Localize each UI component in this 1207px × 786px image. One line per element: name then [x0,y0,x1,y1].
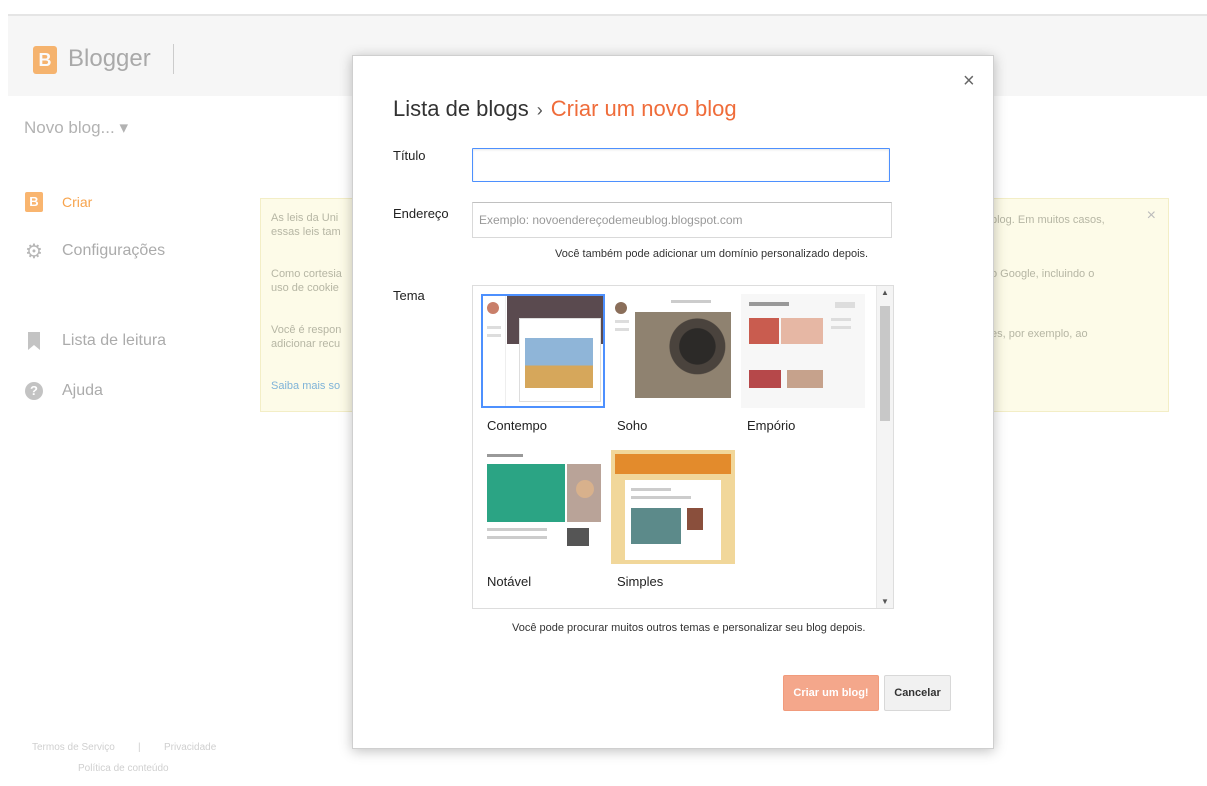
notice-text: adicionar recu [271,338,341,350]
sidebar-item-label: Ajuda [62,382,103,399]
notice-text: essas leis tam [271,226,341,238]
close-icon[interactable]: × [963,70,975,93]
title-label: Título [393,148,426,163]
sidebar-item-ajuda[interactable]: ? Ajuda [24,381,103,401]
notice-text: uso de cookie [271,282,339,294]
theme-emporio-preview [741,294,865,408]
theme-name: Soho [617,418,648,433]
notice-learn-more-link[interactable]: Saiba mais so [271,379,356,393]
breadcrumb-current: Criar um novo blog [550,96,737,121]
address-label: Endereço [393,206,449,221]
blogger-icon: B [24,192,44,212]
sidebar-item-criar[interactable]: B Criar [24,192,92,212]
scroll-up-icon[interactable]: ▲ [877,288,893,297]
gear-icon: ⚙ [25,240,43,263]
create-blog-dialog: × Lista de blogs › Criar um novo blog Títu… [352,55,994,749]
theme-picker: Contempo Soho Empório Notável Simples ▲ … [472,285,894,609]
theme-contempo-preview [481,294,605,408]
app-name: Blogger [68,45,151,72]
header-separator [173,44,174,74]
blogger-logo-icon[interactable]: B [33,46,57,74]
create-blog-button[interactable]: Criar um blog! [783,675,879,711]
address-input[interactable] [472,202,892,238]
breadcrumb-blog-list-link[interactable]: Lista de blogs [393,96,529,121]
cancel-button[interactable]: Cancelar [884,675,951,711]
notice-text: As leis da Uni [271,212,339,224]
help-icon: ? [24,381,44,401]
dialog-breadcrumb: Lista de blogs › Criar um novo blog [393,96,737,122]
new-blog-dropdown[interactable]: Novo blog... ▾ [24,118,128,138]
theme-notavel[interactable]: Notável [481,450,605,589]
breadcrumb-separator-icon: › [536,100,543,120]
footer-content-policy-link[interactable]: Política de conteúdo [78,763,169,774]
theme-soho-preview [611,294,735,408]
theme-simples[interactable]: Simples [611,450,735,589]
theme-emporio[interactable]: Empório [741,294,865,433]
scrollbar-thumb[interactable] [880,306,890,421]
sidebar-item-lista-de-leitura[interactable]: Lista de leitura [24,331,166,351]
notice-text: Você é respon [271,324,342,336]
notice-text: o Google, incluindo o [991,268,1095,280]
address-hint: Você também pode adicionar um domínio pe… [555,248,869,260]
theme-name: Notável [487,574,532,589]
notice-text: blog. Em muitos casos, [991,214,1105,226]
theme-picker-scrollbar[interactable]: ▲ ▼ [876,286,893,608]
scroll-down-icon[interactable]: ▼ [877,597,893,606]
theme-name: Contempo [487,418,547,433]
theme-simples-preview [611,450,735,564]
theme-name: Simples [617,574,664,589]
theme-name: Empório [747,418,796,433]
bookmark-icon [24,331,44,351]
theme-label: Tema [393,288,425,303]
notice-text: es, por exemplo, ao [991,328,1088,340]
theme-contempo[interactable]: Contempo [481,294,605,433]
themes-hint: Você pode procurar muitos outros temas e… [512,622,866,634]
theme-notavel-preview [481,450,605,564]
footer-separator: | [138,742,141,753]
footer-terms-link[interactable]: Termos de Serviço [32,742,115,753]
theme-soho[interactable]: Soho [611,294,735,433]
notice-text: Como cortesia [271,268,342,280]
sidebar-item-label: Criar [62,194,93,210]
notice-close-icon[interactable]: × [1147,207,1156,225]
footer-privacy-link[interactable]: Privacidade [164,742,216,753]
title-input[interactable] [472,148,890,182]
sidebar-item-label: Lista de leitura [62,332,167,349]
sidebar-item-label: Configurações [62,242,166,259]
sidebar-item-configuracoes[interactable]: ⚙ Configurações [24,240,166,263]
